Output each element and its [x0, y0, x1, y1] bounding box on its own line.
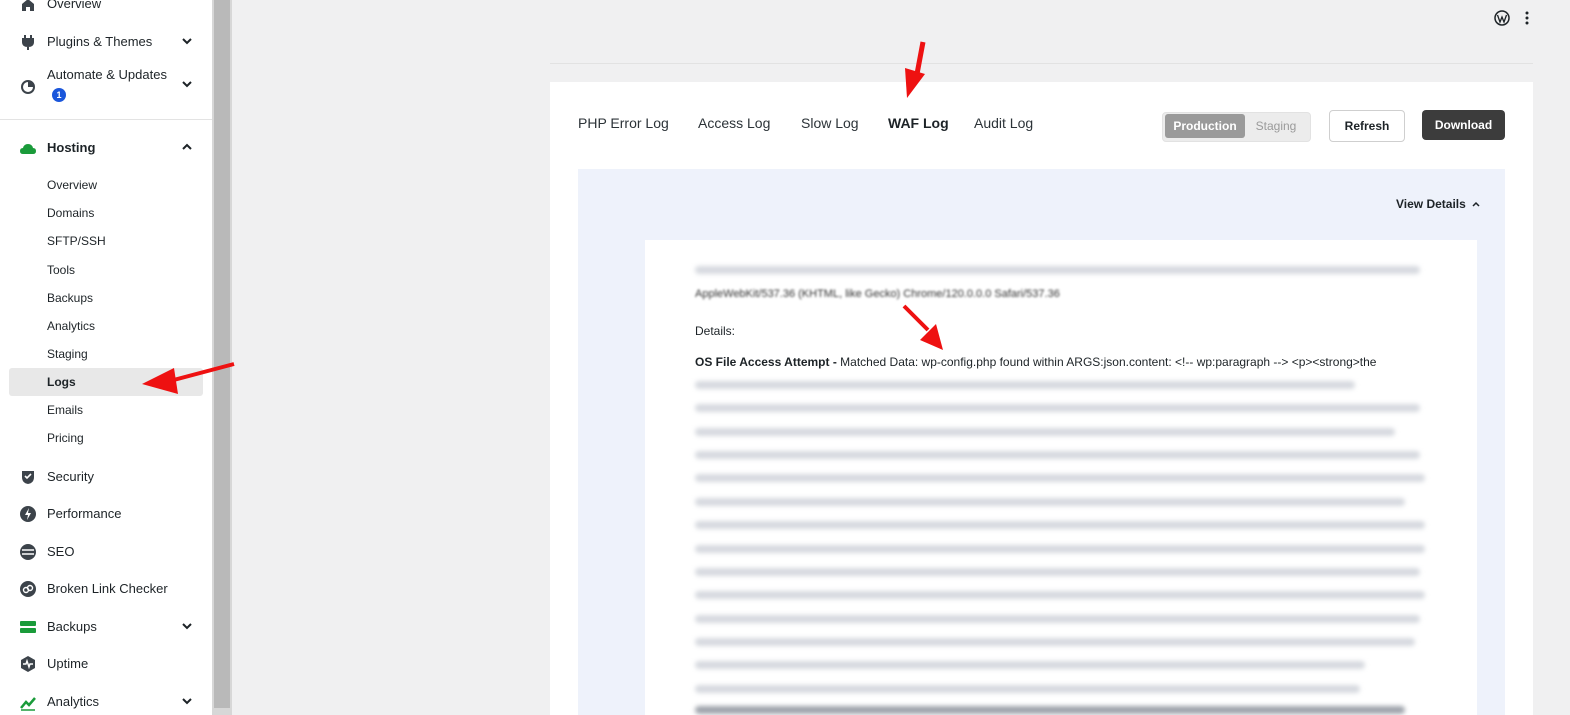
attack-type: OS File Access Attempt - [695, 355, 837, 369]
sidebar-item-label: SEO [47, 544, 75, 559]
broken-link-icon [20, 581, 36, 597]
backups-icon [20, 621, 36, 633]
view-details-label: View Details [1396, 197, 1466, 211]
sidebar-item-label: Hosting [47, 140, 96, 155]
chevron-up-icon[interactable] [180, 140, 194, 154]
update-count-badge: 1 [52, 88, 66, 102]
home-icon [22, 0, 34, 11]
sidebar-scrollbar-thumb[interactable] [214, 0, 230, 708]
analytics-icon [20, 697, 36, 711]
redacted-text [695, 474, 1425, 482]
automate-icon [21, 80, 35, 94]
chevron-down-icon[interactable] [180, 34, 194, 48]
wordpress-icon[interactable] [1494, 10, 1510, 26]
chevron-up-icon [1472, 201, 1480, 207]
refresh-button[interactable]: Refresh [1329, 110, 1405, 142]
annotation-arrow-icon [902, 304, 943, 350]
sub-item-analytics[interactable]: Analytics [47, 319, 95, 333]
tab-audit-log[interactable]: Audit Log [974, 115, 1033, 131]
redacted-text [695, 521, 1425, 529]
tab-php-error-log[interactable]: PHP Error Log [578, 115, 669, 131]
matched-data: Matched Data: wp-config.php found within… [836, 355, 1377, 369]
annotation-arrow-icon [142, 362, 235, 394]
tab-waf-log[interactable]: WAF Log [888, 115, 949, 131]
sub-item-emails[interactable]: Emails [47, 403, 83, 417]
env-production-button[interactable]: Production [1165, 114, 1245, 138]
sub-item-sftp-ssh[interactable]: SFTP/SSH [47, 234, 106, 248]
sidebar-item-label: Automate & Updates [47, 67, 167, 82]
cloud-icon [20, 144, 36, 154]
sidebar-item-label: Overview [47, 0, 102, 11]
sub-item-tools[interactable]: Tools [47, 263, 75, 277]
sidebar-item-label: Analytics [47, 694, 100, 709]
redacted-text [695, 404, 1420, 412]
seo-icon [20, 544, 36, 560]
view-details-toggle[interactable]: View Details [1396, 197, 1480, 211]
env-staging-button[interactable]: Staging [1246, 114, 1306, 138]
tab-slow-log[interactable]: Slow Log [801, 115, 859, 131]
log-partial-text: AppleWebKit/537.36 (KHTML, like Gecko) C… [695, 288, 1060, 300]
chevron-down-icon[interactable] [180, 694, 194, 708]
sidebar-item-label: Performance [47, 506, 122, 521]
redacted-text [695, 591, 1425, 599]
tab-access-log[interactable]: Access Log [698, 115, 770, 131]
header-divider [550, 63, 1533, 64]
sub-item-backups[interactable]: Backups [47, 291, 93, 305]
redacted-text [695, 615, 1420, 623]
chevron-down-icon[interactable] [180, 619, 194, 633]
redacted-text [695, 451, 1420, 459]
redacted-text [695, 545, 1425, 553]
sub-item-pricing[interactable]: Pricing [47, 431, 84, 445]
annotation-arrow-icon [905, 41, 926, 98]
sidebar-item-label: Backups [47, 619, 97, 634]
sub-item-overview[interactable]: Overview [47, 178, 97, 192]
waf-match-line: OS File Access Attempt - Matched Data: w… [695, 355, 1376, 369]
redacted-text [695, 266, 1420, 274]
details-label: Details: [695, 324, 736, 338]
sub-item-logs[interactable]: Logs [47, 375, 76, 389]
sub-item-domains[interactable]: Domains [47, 206, 94, 220]
divider [0, 119, 212, 120]
uptime-icon [21, 656, 35, 672]
redacted-text [695, 498, 1405, 506]
bolt-icon [20, 506, 36, 522]
sub-item-staging[interactable]: Staging [47, 347, 88, 361]
chevron-down-icon[interactable] [180, 77, 194, 91]
plug-icon [22, 35, 34, 50]
sidebar-item-label: Plugins & Themes [47, 34, 153, 49]
redacted-text [695, 706, 1405, 714]
redacted-text [695, 685, 1360, 693]
top-toolbar [1494, 10, 1530, 26]
redacted-text [695, 428, 1395, 436]
shield-icon [22, 471, 34, 484]
redacted-text [695, 568, 1420, 576]
redacted-text [695, 661, 1365, 669]
more-vertical-icon[interactable] [1524, 10, 1530, 26]
sidebar-item-label: Broken Link Checker [47, 581, 168, 596]
download-button[interactable]: Download [1422, 110, 1505, 140]
sidebar-item-label: Security [47, 469, 94, 484]
redacted-text [695, 638, 1415, 646]
redacted-text [695, 381, 1355, 389]
sidebar-item-label: Uptime [47, 656, 89, 671]
